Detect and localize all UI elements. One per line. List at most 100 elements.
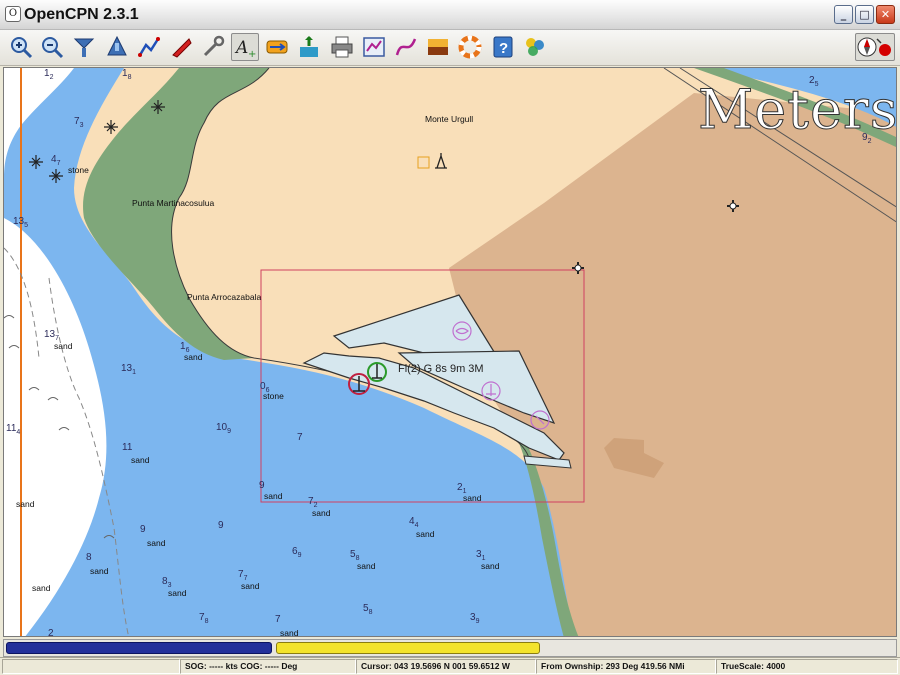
sounding: 7 <box>297 432 303 443</box>
scale-in-button[interactable] <box>70 33 98 61</box>
sounding: 109 <box>216 422 232 435</box>
close-button[interactable]: ✕ <box>876 5 895 24</box>
maximize-button[interactable]: □ <box>855 5 874 24</box>
status-true-scale: TrueScale: 4000 <box>716 659 898 674</box>
seabed-label: sand <box>54 341 73 351</box>
seabed-label: sand <box>90 566 109 576</box>
chart-key-blue[interactable] <box>6 642 272 654</box>
sounding: 11 <box>122 442 133 453</box>
sounding: 12 <box>44 68 54 81</box>
plugin-button[interactable] <box>521 33 549 61</box>
seabed-label: sand <box>131 455 150 465</box>
minimize-button[interactable]: _ <box>834 5 853 24</box>
sounding: 69 <box>292 546 302 559</box>
sounding: 78 <box>199 612 209 625</box>
text-toggle-button[interactable]: A + <box>231 33 259 61</box>
scale-out-icon <box>107 35 127 56</box>
sounding: 135 <box>13 216 29 229</box>
status-cursor: Cursor: 043 19.5696 N 001 59.6512 W <box>356 659 536 674</box>
scale-in-icon <box>73 38 95 57</box>
sounding: 47 <box>51 154 61 167</box>
sounding: 9 <box>218 520 224 531</box>
print-button[interactable] <box>328 33 356 61</box>
mob-button[interactable] <box>456 33 484 61</box>
sounding: 114 <box>6 423 21 436</box>
zoom-in-button[interactable] <box>7 33 35 61</box>
chart-key-yellow[interactable] <box>276 642 540 654</box>
sounding: 92 <box>862 132 872 145</box>
sounding: 16 <box>180 341 190 354</box>
settings-icon <box>203 35 225 57</box>
route-manager-button[interactable] <box>360 33 388 61</box>
seabed-label: sand <box>312 508 331 518</box>
sounding: 06 <box>260 381 270 394</box>
title-bar: O OpenCPN 2.3.1 _ □ ✕ <box>0 0 900 30</box>
settings-button[interactable] <box>199 33 227 61</box>
sounding: 72 <box>308 496 318 509</box>
seabed-label: sand <box>416 529 435 539</box>
color-scheme-button[interactable] <box>424 33 452 61</box>
follow-ship-button[interactable] <box>167 33 195 61</box>
main-toolbar: A + ? <box>0 30 900 66</box>
status-from-ownship: From Ownship: 293 Deg 419.56 NMi <box>536 659 716 674</box>
sounding: 39 <box>470 612 480 625</box>
color-scheme-icon <box>428 39 448 55</box>
sounding: 21 <box>457 482 467 495</box>
track-button[interactable] <box>392 33 420 61</box>
zoom-in-icon <box>11 37 33 59</box>
track-icon <box>395 38 417 56</box>
zoom-out-button[interactable] <box>38 33 66 61</box>
route-manager-icon <box>363 37 385 57</box>
status-bar: SOG: ----- kts COG: ----- Deg Cursor: 04… <box>0 657 900 675</box>
sounding: 31 <box>476 549 486 562</box>
tide-button[interactable] <box>295 33 323 61</box>
chart-canvas[interactable]: Meters Fl(2) G 8s 9m 3M Monte Urgull Pun… <box>3 67 897 637</box>
place-punta-martinacosulua: Punta Martinacosulua <box>132 198 215 208</box>
scale-out-button[interactable] <box>103 33 131 61</box>
plugin-icon <box>526 38 544 56</box>
status-field-empty <box>2 659 180 674</box>
sounding: 137 <box>44 329 60 342</box>
sounding: 77 <box>238 569 248 582</box>
sounding: 44 <box>409 516 419 529</box>
seabed-label: sand <box>147 538 166 548</box>
sounding: 25 <box>809 75 819 88</box>
seabed-label: sand <box>481 561 500 571</box>
sounding: 58 <box>350 549 360 562</box>
seabed-label: sand <box>264 491 283 501</box>
chart-bar <box>3 639 897 657</box>
help-icon: ? <box>493 36 513 58</box>
sounding: 83 <box>162 576 172 589</box>
seabed-label: sand <box>280 628 299 637</box>
sounding: 2 <box>48 628 54 637</box>
sounding: 8 <box>86 552 92 563</box>
seabed-label: sand <box>241 581 260 591</box>
help-button[interactable]: ? <box>489 33 517 61</box>
current-button[interactable] <box>263 33 291 61</box>
sounding: 7 <box>275 614 281 625</box>
current-icon <box>266 40 288 54</box>
place-monte-urgull: Monte Urgull <box>425 114 474 124</box>
light-characteristic-label: Fl(2) G 8s 9m 3M <box>398 363 484 375</box>
seabed-label: sand <box>32 583 51 593</box>
app-logo-icon: O <box>5 6 21 22</box>
print-icon <box>331 36 353 58</box>
sounding: 73 <box>74 116 84 129</box>
sounding: 131 <box>121 363 137 376</box>
nautical-chart-map <box>4 68 896 636</box>
seabed-label: stone <box>68 165 89 175</box>
route-icon <box>138 37 160 57</box>
follow-ship-icon <box>172 38 192 58</box>
mob-icon <box>458 35 482 59</box>
compass-north-up-icon <box>857 37 891 57</box>
tide-icon <box>300 36 318 57</box>
svg-text:?: ? <box>499 40 508 57</box>
seabed-label: sand <box>16 499 35 509</box>
compass-north-up-button[interactable] <box>855 33 895 61</box>
route-button[interactable] <box>135 33 163 61</box>
sounding: 9 <box>259 480 265 491</box>
zoom-out-icon <box>42 37 64 59</box>
window-title: OpenCPN 2.3.1 <box>24 6 139 23</box>
seabed-label: sand <box>168 588 187 598</box>
text-toggle-icon: A + <box>234 38 256 59</box>
